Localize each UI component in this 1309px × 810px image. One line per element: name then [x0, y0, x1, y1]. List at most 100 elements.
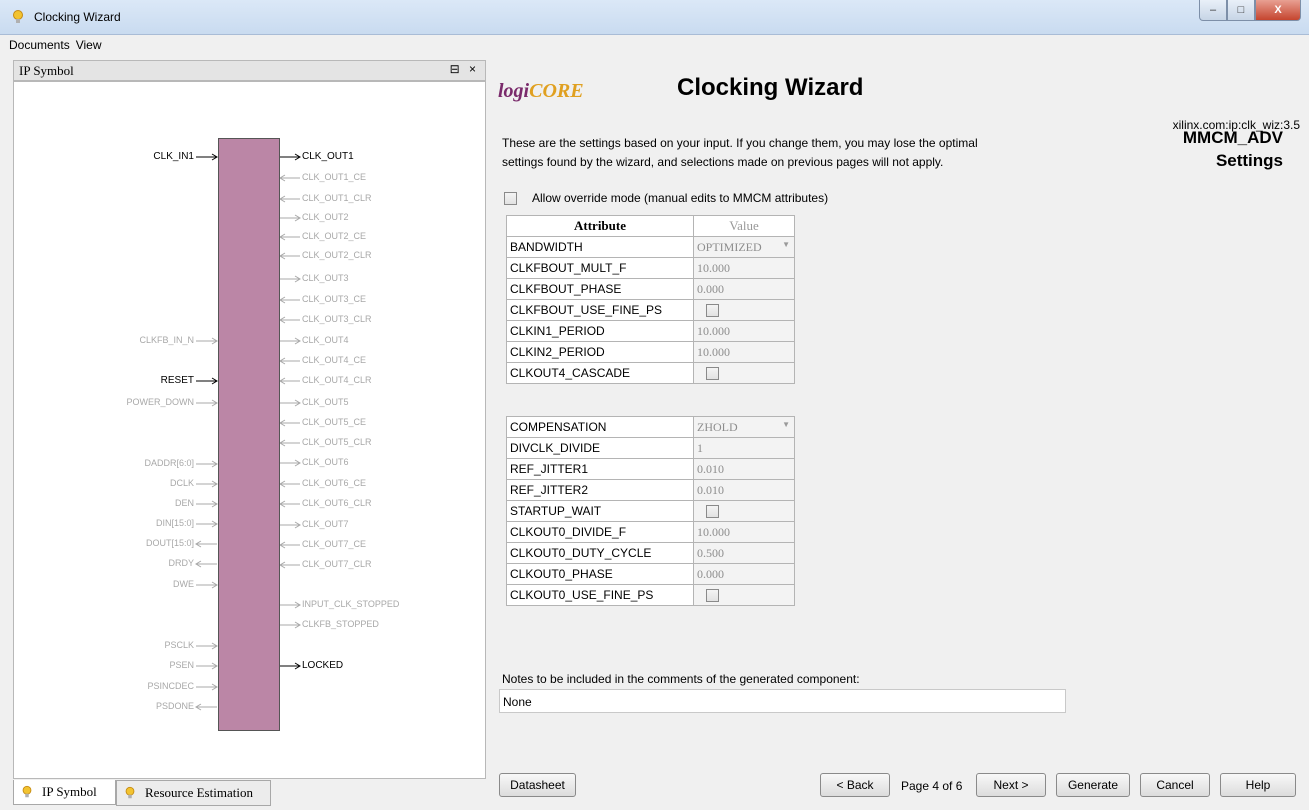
panel-header: IP Symbol ⊟ × — [13, 60, 486, 81]
chevron-down-icon: ▼ — [782, 239, 790, 249]
attribute-value-field[interactable]: 0.000 — [693, 563, 795, 585]
intro-text: These are the settings based on your inp… — [502, 136, 978, 169]
attribute-value-field[interactable]: 0.010 — [693, 458, 795, 480]
attribute-checkbox[interactable] — [693, 584, 795, 606]
attribute-select[interactable]: ZHOLD ▼ — [693, 416, 795, 438]
checkbox-icon — [504, 191, 517, 205]
page-indicator: Page 4 of 6 — [901, 779, 963, 793]
column-header-attribute: Attribute — [506, 215, 694, 237]
attribute-value-field[interactable]: 0.500 — [693, 542, 795, 564]
menu-documents[interactable]: Documents — [0, 35, 74, 52]
output-pin-label: CLK_OUT4_CLR — [302, 375, 372, 385]
checkbox-icon — [706, 589, 719, 603]
table-row: REF_JITTER2 0.010 — [506, 479, 795, 501]
attribute-table-1: Attribute Value BANDWIDTH OPTIMIZED ▼ CLKFB… — [506, 215, 795, 384]
maximize-button[interactable]: □ — [1227, 0, 1255, 21]
attribute-value-field[interactable]: 0.000 — [693, 278, 795, 300]
output-pin-label: CLK_OUT7_CE — [302, 539, 367, 549]
attribute-table-2: COMPENSATION ZHOLD ▼ DIVCLK_DIVIDE 1 REF_JITT… — [506, 416, 795, 606]
tab-label: Resource Estimation — [145, 785, 253, 800]
attribute-value-field[interactable]: 0.010 — [693, 479, 795, 501]
attribute-select[interactable]: OPTIMIZED ▼ — [693, 236, 795, 258]
input-pin-label: DWE — [173, 579, 194, 589]
output-pin-label: CLK_OUT3 — [302, 273, 349, 283]
help-button[interactable]: Help — [1220, 773, 1296, 797]
panel-tabs: IP Symbol Resource Estimation — [13, 780, 486, 806]
attribute-name: DIVCLK_DIVIDE — [506, 437, 694, 459]
attribute-name: CLKIN1_PERIOD — [506, 320, 694, 342]
back-button[interactable]: < Back — [820, 773, 890, 797]
input-pin-label: PSINCDEC — [147, 681, 194, 691]
tab-resource-estimation[interactable]: Resource Estimation — [116, 780, 271, 806]
ip-block — [218, 138, 280, 731]
input-pin-label: DRDY — [168, 558, 194, 568]
output-pin-label: INPUT_CLK_STOPPED — [302, 599, 400, 609]
attribute-checkbox[interactable] — [693, 299, 795, 321]
section-title: MMCM_ADV Settings — [1182, 128, 1283, 170]
attribute-name: CLKIN2_PERIOD — [506, 341, 694, 363]
checkbox-icon — [706, 367, 719, 381]
output-pin-label: CLK_OUT5_CLR — [302, 437, 372, 447]
output-pin-label: CLK_OUT3_CE — [302, 294, 367, 304]
attribute-value-field[interactable]: 10.000 — [693, 521, 795, 543]
attribute-name: CLKOUT4_CASCADE — [506, 362, 694, 384]
input-pin-label: PSEN — [169, 660, 194, 670]
cancel-button[interactable]: Cancel — [1140, 773, 1210, 797]
output-pin-label: CLKFB_STOPPED — [302, 619, 379, 629]
output-pin-label: LOCKED — [302, 660, 344, 671]
table-row: CLKFBOUT_MULT_F 10.000 — [506, 257, 795, 279]
notes-label: Notes to be included in the comments of … — [502, 672, 860, 686]
output-pin-label: CLK_OUT7_CLR — [302, 559, 372, 569]
attribute-checkbox[interactable] — [693, 500, 795, 522]
generate-button[interactable]: Generate — [1056, 773, 1130, 797]
table-row: BANDWIDTH OPTIMIZED ▼ — [506, 236, 795, 258]
attribute-value-field[interactable]: 1 — [693, 437, 795, 459]
input-pin-label: DOUT[15:0] — [145, 538, 194, 548]
attribute-checkbox[interactable] — [693, 362, 795, 384]
output-pin-label: CLK_OUT1_CLR — [302, 193, 372, 203]
attribute-value-field[interactable]: 10.000 — [693, 341, 795, 363]
attribute-name: CLKOUT0_PHASE — [506, 563, 694, 585]
menu-view[interactable]: View — [74, 35, 106, 52]
next-button[interactable]: Next > — [976, 773, 1046, 797]
logicore-logo: logiCORE — [498, 80, 584, 102]
table-row: CLKFBOUT_USE_FINE_PS — [506, 299, 795, 321]
table-row: CLKOUT0_DUTY_CYCLE 0.500 — [506, 542, 795, 564]
chevron-down-icon: ▼ — [782, 419, 790, 429]
override-mode-checkbox[interactable]: Allow override mode (manual edits to MMC… — [504, 191, 828, 205]
notes-input[interactable]: None — [499, 689, 1066, 713]
page-title: Clocking Wizard — [677, 74, 864, 101]
checkbox-icon — [706, 505, 719, 519]
output-pin-label: CLK_OUT6_CLR — [302, 498, 372, 508]
output-pin-label: CLK_OUT6_CE — [302, 478, 367, 488]
input-pin-label: CLKFB_IN_N — [139, 335, 194, 345]
override-label: Allow override mode (manual edits to MMC… — [532, 191, 829, 205]
tab-ip-symbol[interactable]: IP Symbol — [13, 780, 116, 805]
ip-symbol-panel: IP Symbol ⊟ × CLK_IN1 CLKFB_IN_N RESET POWE… — [13, 60, 486, 807]
window-title: Clocking Wizard — [34, 10, 121, 24]
panel-title: IP Symbol — [19, 63, 74, 78]
attribute-value-field[interactable]: 10.000 — [693, 257, 795, 279]
output-pin-label: CLK_OUT5 — [302, 397, 349, 407]
attribute-value-field[interactable]: 10.000 — [693, 320, 795, 342]
minimize-button[interactable]: – — [1199, 0, 1227, 21]
maximize-icon: □ — [1237, 4, 1245, 16]
output-pin-label: CLK_OUT3_CLR — [302, 314, 372, 324]
attribute-name: CLKFBOUT_USE_FINE_PS — [506, 299, 694, 321]
datasheet-button[interactable]: Datasheet — [499, 773, 576, 797]
select-value: ZHOLD — [697, 419, 738, 434]
table-row: CLKOUT4_CASCADE — [506, 362, 795, 384]
attribute-name: CLKOUT0_DUTY_CYCLE — [506, 542, 694, 564]
bulb-icon — [13, 10, 23, 23]
table-row: CLKOUT0_USE_FINE_PS — [506, 584, 795, 606]
close-button[interactable]: X — [1255, 0, 1301, 21]
close-icon: X — [1274, 4, 1282, 16]
attribute-name: CLKOUT0_DIVIDE_F — [506, 521, 694, 543]
table-row: DIVCLK_DIVIDE 1 — [506, 437, 795, 459]
input-pin-label: PSCLK — [164, 640, 194, 650]
input-pin-label: DADDR[6:0] — [144, 458, 194, 468]
panel-controls[interactable]: ⊟ × — [450, 62, 479, 76]
input-pin-label: POWER_DOWN — [126, 397, 195, 407]
input-pin-label: DEN — [174, 498, 194, 508]
attribute-name: BANDWIDTH — [506, 236, 694, 258]
